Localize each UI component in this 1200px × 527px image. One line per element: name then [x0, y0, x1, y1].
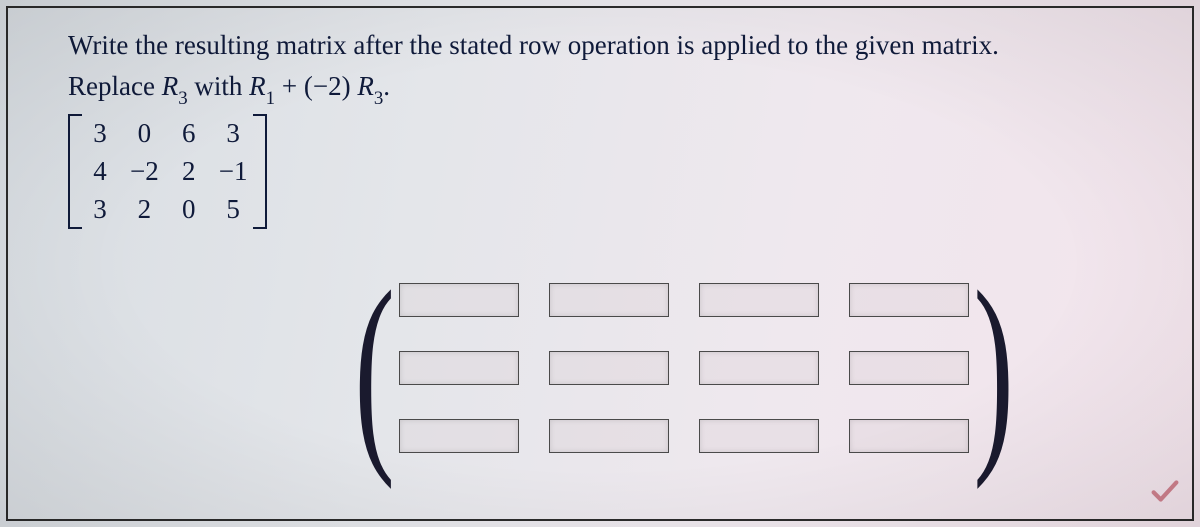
- matrix-cell: 0: [177, 194, 201, 225]
- answer-cell-0-2[interactable]: [699, 283, 819, 317]
- with-text: with: [188, 71, 250, 101]
- problem-page: Write the resulting matrix after the sta…: [6, 6, 1194, 521]
- matrix-cell: 3: [88, 118, 112, 149]
- matrix-cell: 6: [177, 118, 201, 149]
- instruction-text: Write the resulting matrix after the sta…: [68, 26, 1162, 65]
- answer-cell-1-0[interactable]: [399, 351, 519, 385]
- matrix-cell: 2: [177, 156, 201, 187]
- matrix-cell: −2: [130, 156, 159, 187]
- matrix-cell: 5: [219, 194, 248, 225]
- mult-row-sub: 3: [374, 88, 383, 109]
- replace-prefix: Replace: [68, 71, 162, 101]
- period: .: [383, 71, 390, 101]
- answer-cell-0-3[interactable]: [849, 283, 969, 317]
- answer-matrix: ( ): [338, 253, 1031, 483]
- check-icon: [1148, 474, 1182, 513]
- answer-cell-1-1[interactable]: [549, 351, 669, 385]
- matrix-cell: 4: [88, 156, 112, 187]
- matrix-cell: 3: [219, 118, 248, 149]
- target-row-sub: 3: [178, 88, 187, 109]
- matrix-cell: 3: [88, 194, 112, 225]
- matrix-cell: 0: [130, 118, 159, 149]
- matrix-cell: −1: [219, 156, 248, 187]
- left-bracket-icon: [68, 114, 82, 229]
- row-operation-text: Replace R3 with R1 + (−2) R3.: [68, 67, 1162, 110]
- source-row-sub: 1: [266, 88, 275, 109]
- matrix-cell: 2: [130, 194, 159, 225]
- right-paren-icon: ): [974, 268, 1014, 468]
- right-bracket-icon: [253, 114, 267, 229]
- answer-cell-2-3[interactable]: [849, 419, 969, 453]
- answer-matrix-grid: [399, 276, 969, 460]
- given-matrix: 3 0 6 3 4 −2 2 −1 3 2 0 5: [68, 114, 1162, 229]
- answer-cell-0-1[interactable]: [549, 283, 669, 317]
- source-row-letter: R: [249, 71, 266, 101]
- answer-cell-2-0[interactable]: [399, 419, 519, 453]
- answer-cell-1-2[interactable]: [699, 351, 819, 385]
- answer-cell-2-1[interactable]: [549, 419, 669, 453]
- answer-cell-2-2[interactable]: [699, 419, 819, 453]
- given-matrix-body: 3 0 6 3 4 −2 2 −1 3 2 0 5: [82, 114, 253, 229]
- mult-row-letter: R: [357, 71, 374, 101]
- target-row-letter: R: [162, 71, 179, 101]
- plus-text: + (−2): [275, 71, 357, 101]
- left-paren-icon: (: [354, 268, 394, 468]
- answer-cell-1-3[interactable]: [849, 351, 969, 385]
- answer-cell-0-0[interactable]: [399, 283, 519, 317]
